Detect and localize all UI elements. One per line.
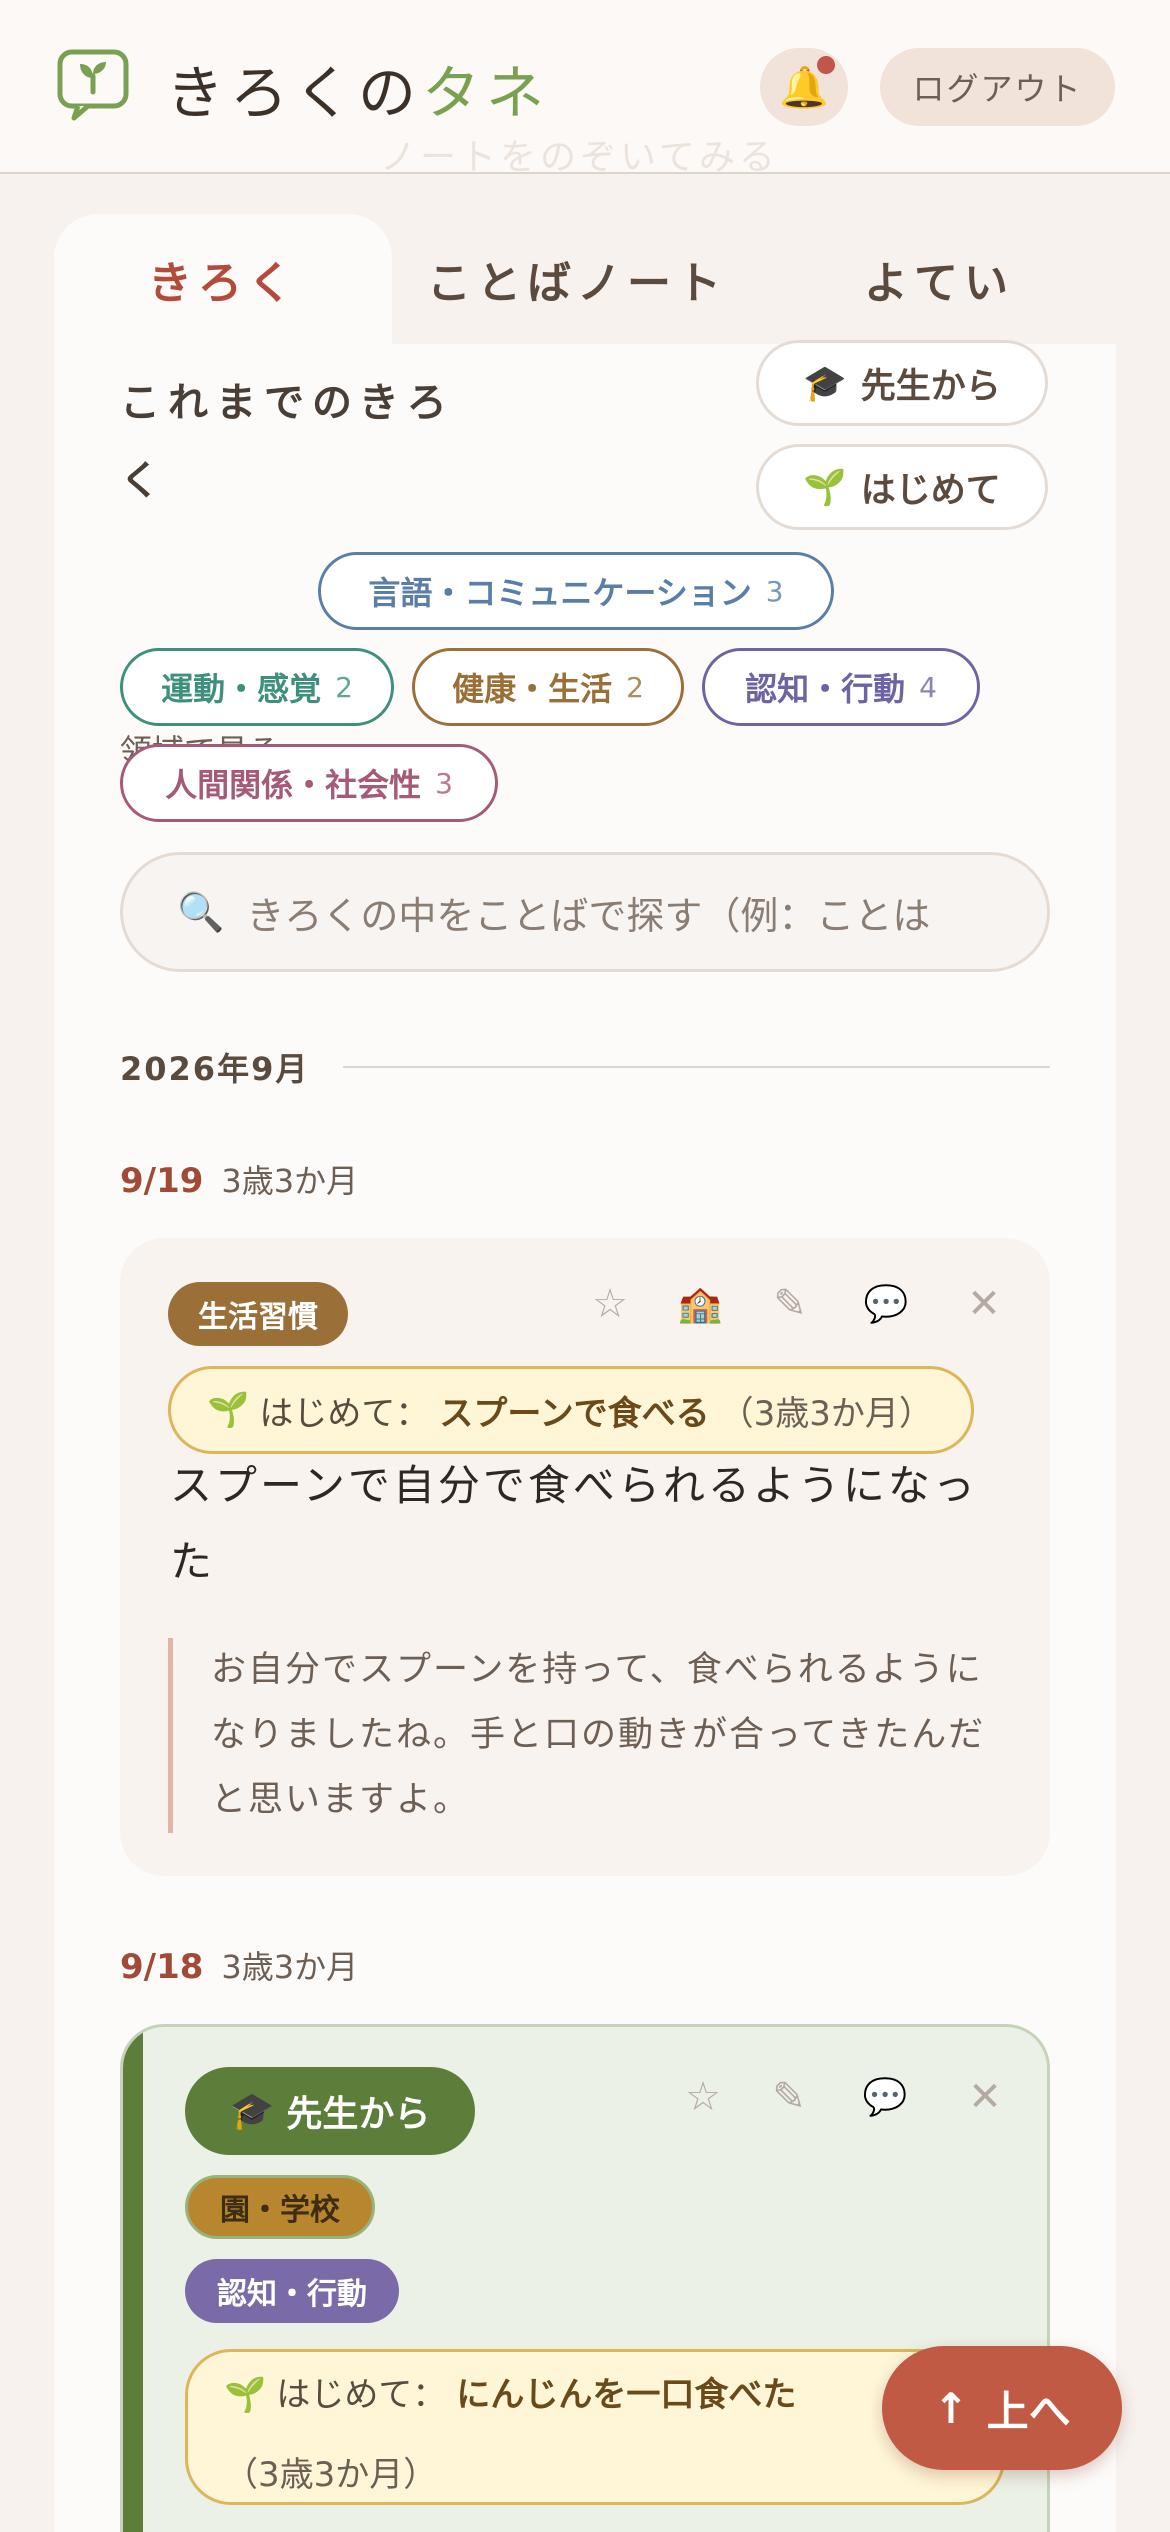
entry-date-row: 9/19 3歳3か月 xyxy=(120,1156,358,1202)
entry-card: 生活習慣 ☆ 🏫 ✎ 💬 ✕ 🌱 はじめて： スプーンで食べる （3歳3か月） スプ… xyxy=(120,1238,1050,1876)
search-icon: 🔍 xyxy=(177,889,225,934)
arrow-up-icon: ↑ xyxy=(933,2383,969,2433)
pencil-icon[interactable]: ✎ xyxy=(765,2073,813,2121)
comment-icon[interactable]: 💬 xyxy=(861,2073,909,2121)
section-title: これまでのきろく xyxy=(120,380,455,504)
tab-kotoba-note[interactable]: ことばノート xyxy=(392,214,762,344)
tag-cognition[interactable]: 認知・行動 xyxy=(185,2259,399,2323)
teacher-badge: 🎓 先生から xyxy=(185,2067,475,2155)
entry-date-row: 9/18 3歳3か月 xyxy=(120,1942,358,1988)
category-tag[interactable]: 生活習慣 xyxy=(168,1282,348,1346)
star-icon[interactable]: ☆ xyxy=(586,1280,634,1328)
chip-cognition[interactable]: 認知・行動 4 xyxy=(702,648,980,726)
search-input[interactable]: 🔍 きろくの中をことばで探す（例：ことは xyxy=(120,852,1050,972)
comment-icon[interactable]: 💬 xyxy=(862,1280,910,1328)
divider-line xyxy=(343,1066,1050,1068)
sprout-icon: 🌱 xyxy=(803,467,847,508)
scroll-top-button[interactable]: ↑ 上へ xyxy=(882,2346,1122,2470)
ghost-text: ノートをのぞいてみる xyxy=(380,137,779,178)
close-icon[interactable]: ✕ xyxy=(960,1280,1008,1328)
chip-motor[interactable]: 運動・感覚 2 xyxy=(120,648,394,726)
app-header: ノートをのぞいてみる きろくのタネ 🔔 ログアウト xyxy=(0,0,1170,178)
close-icon[interactable]: ✕ xyxy=(961,2073,1009,2121)
sprout-logo-icon xyxy=(57,49,129,121)
graduation-cap-icon: 🎓 xyxy=(803,363,847,404)
notification-dot xyxy=(817,56,835,74)
chip-language[interactable]: 言語・コミュニケーション 3 xyxy=(318,552,834,630)
entry-age: 3歳3か月 xyxy=(221,1948,359,1986)
chip-health[interactable]: 健康・生活 2 xyxy=(412,648,684,726)
school-icon[interactable]: 🏫 xyxy=(676,1280,724,1328)
main-content: きろく ことばノート よてい これまでのきろく 🎓 先生から 🌱 はじめて 領域… xyxy=(54,174,1116,2532)
entry-comment: お自分でスプーンを持って、食べられるようになりましたね。手と口の動きが合ってきた… xyxy=(168,1638,998,1833)
graduation-cap-icon: 🎓 xyxy=(229,2091,275,2132)
filter-teacher-button[interactable]: 🎓 先生から xyxy=(756,340,1048,426)
accent-bar xyxy=(123,2027,143,2532)
month-divider: 2026年9月 xyxy=(120,1044,1050,1090)
sprout-icon: 🌱 xyxy=(207,1390,250,1430)
entry-date: 9/18 xyxy=(120,1947,204,1987)
logout-button[interactable]: ログアウト xyxy=(880,48,1115,126)
notification-button[interactable]: 🔔 xyxy=(760,48,848,126)
pencil-icon[interactable]: ✎ xyxy=(766,1280,814,1328)
tab-kiroku[interactable]: きろく xyxy=(54,214,392,344)
entry-age: 3歳3か月 xyxy=(221,1162,359,1200)
first-milestone-badge: 🌱 はじめて： スプーンで食べる （3歳3か月） xyxy=(168,1366,974,1454)
sprout-icon: 🌱 xyxy=(224,2375,267,2415)
tab-yotei[interactable]: よてい xyxy=(762,214,1116,344)
chip-social[interactable]: 人間関係・社会性 3 xyxy=(120,744,498,822)
star-icon[interactable]: ☆ xyxy=(679,2073,727,2121)
entry-title: スプーンで自分で食べられるようになった xyxy=(170,1461,978,1586)
filter-first-button[interactable]: 🌱 はじめて xyxy=(756,444,1048,530)
month-label: 2026年9月 xyxy=(120,1050,310,1088)
app-logo-text: きろくのタネ xyxy=(166,59,551,127)
entry-date: 9/19 xyxy=(120,1161,204,1201)
tag-school[interactable]: 園・学校 xyxy=(185,2175,375,2239)
first-milestone-badge: 🌱 はじめて： にんじんを一口食べた （3歳3か月） xyxy=(185,2349,1005,2505)
